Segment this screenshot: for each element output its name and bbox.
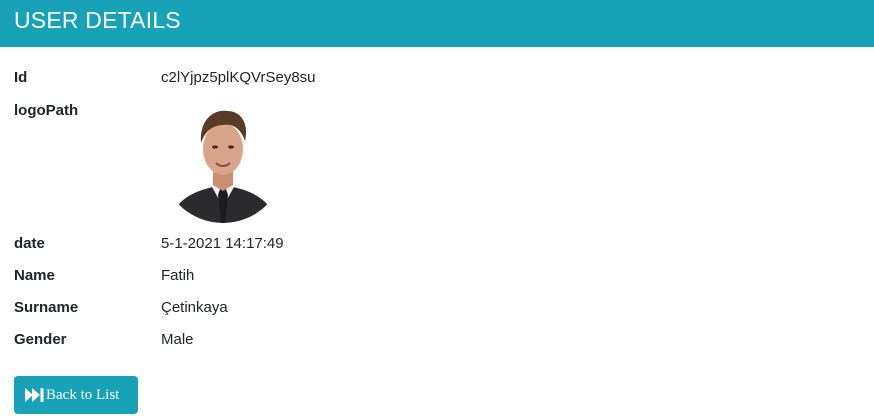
gender-value: Male xyxy=(161,331,194,348)
avatar xyxy=(161,99,285,223)
id-value: c2lYjpz5plKQVrSey8su xyxy=(161,69,316,86)
id-label: Id xyxy=(14,69,28,86)
date-label: date xyxy=(14,235,45,252)
back-to-list-button[interactable]: Back to List xyxy=(14,376,138,414)
page-header: USER DETAILS xyxy=(0,0,874,47)
fast-forward-icon xyxy=(25,388,44,402)
avatar-image xyxy=(161,99,285,223)
name-value: Fatih xyxy=(161,267,195,284)
surname-label: Surname xyxy=(14,299,79,316)
surname-value: Çetinkaya xyxy=(161,299,228,316)
back-to-list-label: Back to List xyxy=(46,386,120,403)
name-label: Name xyxy=(14,267,55,284)
gender-label: Gender xyxy=(14,331,67,348)
date-value: 5-1-2021 14:17:49 xyxy=(161,235,284,252)
page-title: USER DETAILS xyxy=(14,7,181,33)
logo-path-label: logoPath xyxy=(14,102,79,119)
